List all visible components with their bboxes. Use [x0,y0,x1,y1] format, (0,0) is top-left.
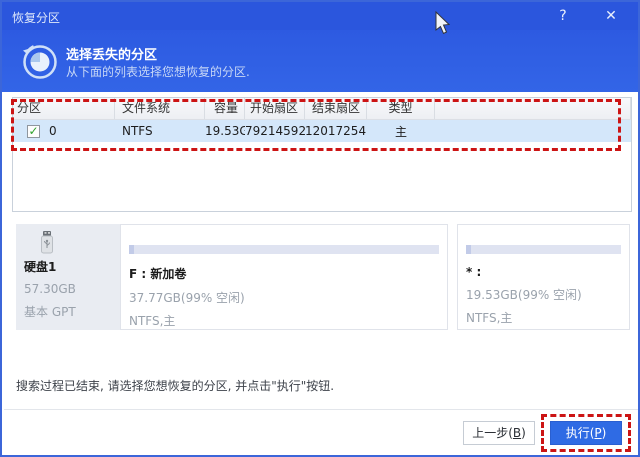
table-header-row: 分区 文件系统 容量 开始扇区 结束扇区 类型 [13,98,631,120]
partition-label: * : [466,265,629,279]
partition-size: 37.77GB(99% 空闲) [129,289,447,306]
disk-layout: 基本 GPT [24,303,120,320]
col-header-endsector[interactable]: 结束扇区 [305,98,367,119]
back-button[interactable]: 上一步(B) [463,421,535,445]
lost-partition-table: 分区 文件系统 容量 开始扇区 结束扇区 类型 ✓ 0 NTFS 19.53GB… [12,97,632,212]
partition-usage-bar [466,245,621,254]
col-header-type[interactable]: 类型 [367,98,435,119]
partition-size: 19.53GB(99% 空闲) [466,286,629,303]
wizard-header: 选择丢失的分区 从下面的列表选择您想恢复的分区. [2,30,638,92]
help-icon[interactable]: ? [552,7,574,25]
disk-size: 57.30GB [24,282,120,296]
usb-drive-icon [40,230,54,254]
col-header-filesystem[interactable]: 文件系统 [115,98,205,119]
recovery-pie-icon [21,43,58,80]
cell-capacity: 19.53GB [205,124,245,138]
cell-filesystem: NTFS [115,124,205,138]
close-icon[interactable]: ✕ [600,7,622,25]
wizard-step-subtitle: 从下面的列表选择您想恢复的分区. [66,63,250,80]
disk-info-box[interactable]: 硬盘1 57.30GB 基本 GPT [16,224,120,330]
partition-block-recovered[interactable]: * : 19.53GB(99% 空闲) NTFS,主 [457,224,630,330]
cell-startsector: 79214592 [245,124,305,138]
partition-usage-bar [129,245,439,254]
status-text: 搜索过程已结束, 请选择您想恢复的分区, 并点击"执行"按钮. [16,377,334,394]
partition-label: F : 新加卷 [129,265,447,282]
cell-endsector: 120172543 [305,124,367,138]
partition-block-f[interactable]: F : 新加卷 37.77GB(99% 空闲) NTFS,主 [120,224,448,330]
recover-partition-dialog: 恢复分区 ? ✕ 选择丢失的分区 从下面的列表选择您想恢复的分区. 分区 文件系… [0,0,640,457]
titlebar: 恢复分区 ? ✕ [2,2,638,30]
partition-fs: NTFS,主 [466,309,629,326]
wizard-step-title: 选择丢失的分区 [66,44,157,63]
cell-type: 主 [367,123,435,140]
col-header-capacity[interactable]: 容量 [205,98,245,119]
execute-button[interactable]: 执行(P) [550,421,622,445]
disk-name: 硬盘1 [24,258,120,275]
footer-divider [4,409,640,410]
col-header-startsector[interactable]: 开始扇区 [245,98,305,119]
window-title: 恢复分区 [12,9,60,26]
partition-fs: NTFS,主 [129,312,447,329]
partition-number: 0 [49,124,57,138]
cell-partition: ✓ 0 [13,124,115,138]
row-checkbox[interactable]: ✓ [27,125,40,138]
table-row[interactable]: ✓ 0 NTFS 19.53GB 79214592 120172543 主 [13,120,631,142]
col-header-partition[interactable]: 分区 [13,98,115,119]
col-header-filler [435,98,631,119]
